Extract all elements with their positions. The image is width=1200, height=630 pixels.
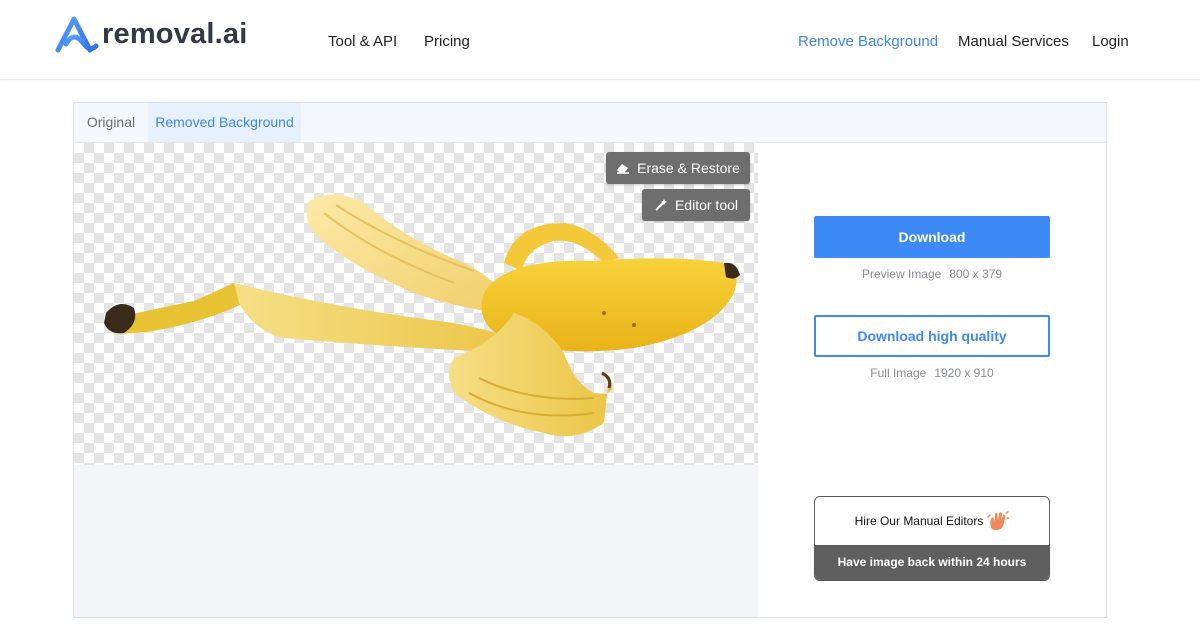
preview-area: Erase & Restore Editor tool [74, 143, 758, 617]
nav-tool-api[interactable]: Tool & API [328, 33, 397, 50]
download-button[interactable]: Download [814, 216, 1050, 258]
full-image-size: 1920 x 910 [934, 366, 994, 380]
nav-manual-services[interactable]: Manual Services [958, 33, 1069, 50]
full-image-label: Full Image [870, 366, 927, 380]
logo[interactable]: removal.ai [54, 14, 247, 54]
preview-image-meta: Preview Image 800 x 379 [814, 267, 1050, 281]
preview-image-size: 800 x 379 [949, 267, 1003, 281]
nav-remove-background[interactable]: Remove Background [798, 33, 938, 50]
tab-removed-background[interactable]: Removed Background [148, 103, 301, 142]
eraser-icon [616, 162, 630, 174]
preview-image-label: Preview Image [861, 267, 942, 281]
waving-hand-icon [987, 511, 1010, 531]
hire-subtitle: Have image back within 24 hours [815, 545, 1049, 580]
hire-title: Hire Our Manual Editors [854, 514, 984, 528]
editor-tool-button[interactable]: Editor tool [642, 189, 750, 221]
nav-pricing[interactable]: Pricing [424, 33, 470, 50]
hire-card-top: Hire Our Manual Editors [815, 497, 1049, 545]
erase-restore-button[interactable]: Erase & Restore [606, 152, 750, 184]
hire-manual-editors-card[interactable]: Hire Our Manual Editors Have image back … [814, 496, 1050, 581]
erase-restore-label: Erase & Restore [637, 160, 740, 176]
editor-tool-label: Editor tool [674, 197, 739, 213]
magic-wand-icon [654, 198, 668, 212]
result-panel: Original Removed Background Erase & Rest… [73, 102, 1107, 618]
site-header: removal.ai Tool & API Pricing Remove Bac… [0, 0, 1200, 80]
download-high-quality-button[interactable]: Download high quality [814, 315, 1050, 357]
full-image-meta: Full Image 1920 x 910 [814, 366, 1050, 380]
logo-text: removal.ai [102, 17, 248, 50]
tab-bar: Original Removed Background [74, 103, 1106, 143]
tab-original[interactable]: Original [74, 103, 148, 142]
logo-icon [55, 16, 99, 53]
nav-login[interactable]: Login [1092, 33, 1129, 50]
